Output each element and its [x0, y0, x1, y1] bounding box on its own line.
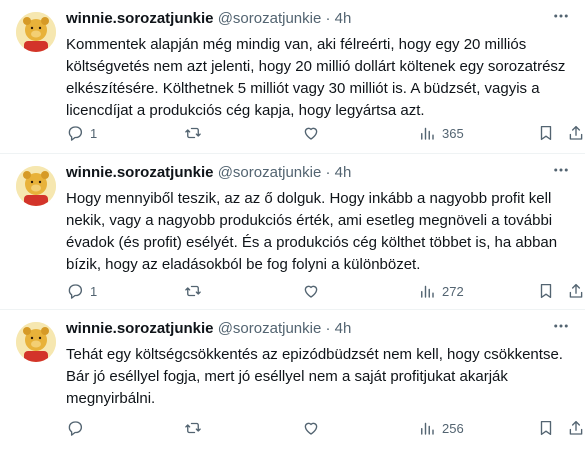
like-button[interactable]: [302, 281, 326, 301]
avatar-image: [16, 322, 56, 362]
timestamp[interactable]: 4h: [335, 320, 352, 337]
tweet-text: Hogy mennyiből teszik, az az ő dolguk. H…: [66, 190, 558, 273]
share-button[interactable]: [567, 418, 585, 438]
reply-icon: [68, 126, 82, 141]
avatar[interactable]: [16, 12, 56, 52]
tweet-actions: 1 365: [66, 123, 585, 143]
heart-icon: [304, 127, 318, 140]
bookmark-button[interactable]: [537, 418, 555, 438]
views-count: 365: [442, 125, 464, 141]
views-chart-icon: [421, 127, 434, 140]
share-button[interactable]: [567, 123, 585, 143]
display-name[interactable]: winnie.sorozatjunkie: [66, 164, 214, 181]
timestamp[interactable]: 4h: [335, 164, 352, 181]
tweet[interactable]: winnie.sorozatjunkie @sorozatjunkie · 4h…: [0, 154, 585, 310]
views-count: 272: [442, 283, 464, 299]
tweet-actions: 1 272: [66, 281, 585, 301]
retweet-icon: [185, 285, 201, 297]
bookmark-button[interactable]: [537, 281, 555, 301]
display-name[interactable]: winnie.sorozatjunkie: [66, 10, 214, 27]
reply-button[interactable]: 1: [66, 123, 97, 143]
retweet-button[interactable]: [184, 418, 208, 438]
tweet[interactable]: winnie.sorozatjunkie @sorozatjunkie · 4h…: [0, 310, 585, 449]
more-dots-icon[interactable]: [551, 6, 571, 26]
user-handle[interactable]: @sorozatjunkie: [218, 10, 322, 27]
bookmark-button[interactable]: [537, 123, 555, 143]
retweet-button[interactable]: [184, 281, 208, 301]
tweet-text: Kommentek alapján még mindig van, aki fé…: [66, 36, 566, 119]
avatar-image: [16, 12, 56, 52]
views-chart-icon: [421, 285, 434, 298]
views-count: 256: [442, 420, 464, 436]
tweet-header: winnie.sorozatjunkie @sorozatjunkie · 4h: [66, 164, 575, 182]
share-icon: [569, 420, 583, 435]
avatar[interactable]: [16, 166, 56, 206]
tweet-header: winnie.sorozatjunkie @sorozatjunkie · 4h: [66, 10, 575, 28]
separator-dot: ·: [325, 10, 331, 27]
user-handle[interactable]: @sorozatjunkie: [218, 320, 322, 337]
more-dots-icon[interactable]: [551, 316, 571, 336]
timestamp[interactable]: 4h: [335, 10, 352, 27]
views-button[interactable]: 256: [418, 418, 464, 438]
reply-icon: [68, 421, 82, 436]
separator-dot: ·: [325, 164, 331, 181]
tweet[interactable]: winnie.sorozatjunkie @sorozatjunkie · 4h…: [0, 0, 585, 154]
reply-button[interactable]: 1: [66, 281, 97, 301]
heart-icon: [304, 422, 318, 435]
views-chart-icon: [421, 422, 434, 435]
views-button[interactable]: 365: [418, 123, 464, 143]
tweet-thread: winnie.sorozatjunkie @sorozatjunkie · 4h…: [0, 0, 585, 449]
retweet-button[interactable]: [184, 123, 208, 143]
separator-dot: ·: [325, 320, 331, 337]
tweet-header: winnie.sorozatjunkie @sorozatjunkie · 4h: [66, 320, 575, 338]
views-button[interactable]: 272: [418, 281, 464, 301]
like-button[interactable]: [302, 123, 326, 143]
avatar-image: [16, 166, 56, 206]
heart-icon: [304, 285, 318, 298]
tweet-actions: 256: [66, 418, 585, 438]
retweet-icon: [185, 127, 201, 139]
tweet-text: Tehát egy költségcsökkentés az epizódbüd…: [66, 346, 563, 407]
display-name[interactable]: winnie.sorozatjunkie: [66, 320, 214, 337]
more-dots-icon[interactable]: [551, 160, 571, 180]
share-icon: [569, 283, 583, 298]
reply-count: 1: [90, 283, 98, 299]
reply-button[interactable]: [66, 418, 90, 438]
like-button[interactable]: [302, 418, 326, 438]
share-icon: [569, 125, 583, 140]
reply-count: 1: [90, 125, 98, 141]
avatar[interactable]: [16, 322, 56, 362]
reply-icon: [68, 284, 82, 299]
retweet-icon: [185, 422, 201, 434]
bookmark-icon: [540, 283, 552, 299]
bookmark-icon: [540, 420, 552, 436]
share-button[interactable]: [567, 281, 585, 301]
user-handle[interactable]: @sorozatjunkie: [218, 164, 322, 181]
bookmark-icon: [540, 125, 552, 141]
